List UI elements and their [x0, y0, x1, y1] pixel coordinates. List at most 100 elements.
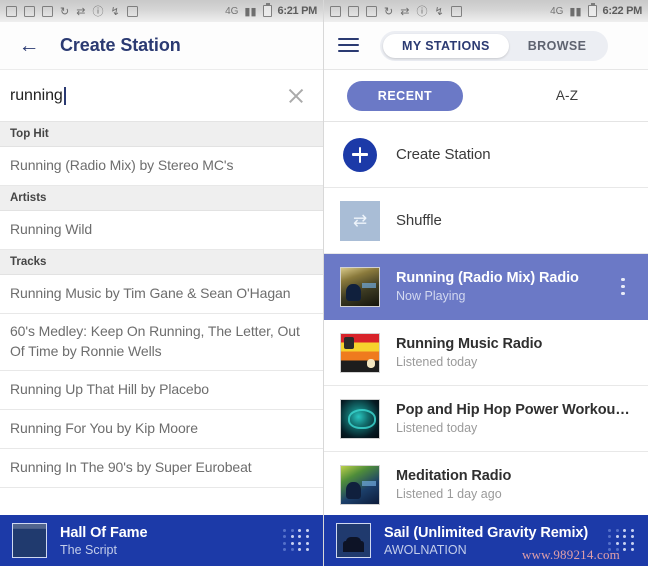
notification-badge [338, 33, 359, 37]
network-type-label: 4G [550, 5, 564, 17]
station-icon: ⇄ [338, 199, 382, 243]
list-item[interactable]: Running (Radio Mix) by Stereo MC's [0, 147, 323, 186]
p-app-icon [330, 5, 341, 17]
battery-icon [587, 3, 597, 17]
station-title: Shuffle [396, 212, 442, 229]
back-arrow-icon[interactable]: ← [16, 33, 42, 59]
station-title: Pop and Hip Hop Power Workout R... [396, 402, 634, 418]
station-icon [338, 133, 382, 177]
section-header-top-hit: Top Hit [0, 122, 323, 147]
status-bar-left: ↻ ⇄ ⓘ ↯ 4G ▮▮ 6:21 PM [0, 0, 323, 22]
network-type-label: 4G [225, 5, 239, 17]
list-item[interactable]: Running Wild [0, 211, 323, 250]
calendar-icon [366, 5, 377, 17]
p-app-icon [6, 5, 17, 17]
search-input[interactable]: running [10, 86, 283, 105]
download-icon: ↯ [110, 4, 120, 18]
create-station-appbar: ← Create Station [0, 22, 323, 70]
station-text: Shuffle [396, 212, 634, 229]
station-icon [338, 463, 382, 507]
now-playing-meta: Hall Of Fame The Script [60, 525, 283, 557]
list-item[interactable]: Running For You by Kip Moore [0, 410, 323, 449]
sort-az-button[interactable]: A-Z [556, 88, 578, 103]
overflow-menu-icon[interactable] [612, 274, 634, 300]
tab-my-stations[interactable]: MY STATIONS [383, 33, 509, 58]
station-icon [338, 265, 382, 309]
search-row: running [0, 70, 323, 122]
stations-list: Create Station ⇄ Shuffle Running (Radio … [324, 122, 648, 518]
now-playing-bar[interactable]: Sail (Unlimited Gravity Remix) AWOLNATIO… [324, 515, 648, 566]
station-icon [338, 331, 382, 375]
station-title: Running Music Radio [396, 336, 543, 352]
left-screen: ↻ ⇄ ⓘ ↯ 4G ▮▮ 6:21 PM ← Create Station r… [0, 0, 324, 566]
station-subtitle: Listened today [396, 355, 478, 369]
station-title: Running (Radio Mix) Radio [396, 270, 579, 286]
screenshot-icon [450, 5, 462, 17]
album-art [340, 332, 380, 373]
sort-recent-button[interactable]: RECENT [346, 80, 464, 111]
now-playing-title: Hall Of Fame [60, 524, 148, 541]
close-icon[interactable] [283, 83, 309, 109]
status-bar-notification-icons: ↻ ⇄ ⓘ ↯ [330, 4, 550, 18]
sync-icon: ↻ [60, 4, 70, 18]
status-bar-right: ↻ ⇄ ⓘ ↯ 4G ▮▮ 6:22 PM [324, 0, 648, 22]
search-results-list: Top Hit Running (Radio Mix) by Stereo MC… [0, 122, 323, 488]
station-title: Create Station [396, 146, 491, 163]
section-header-tracks: Tracks [0, 250, 323, 275]
search-input-value: running [10, 86, 63, 104]
page-title: Create Station [60, 35, 181, 55]
sort-toggle-row: RECENT A-Z [324, 70, 648, 122]
station-subtitle: Listened today [396, 421, 478, 435]
shuffle-icon: ⇄ [76, 4, 86, 18]
hamburger-menu-icon[interactable] [338, 33, 364, 57]
dot-grid-icon[interactable] [283, 528, 311, 553]
signal-icon: ▮▮ [244, 4, 257, 18]
album-art [340, 398, 380, 439]
station-text: Create Station [396, 146, 634, 163]
status-bar-time: 6:21 PM [277, 5, 318, 17]
list-item-station[interactable]: Running (Radio Mix) Radio Now Playing [324, 254, 648, 320]
tab-browse[interactable]: BROWSE [509, 34, 606, 58]
signal-icon: ▮▮ [569, 4, 582, 18]
status-bar-system-icons: 4G ▮▮ 6:21 PM [225, 3, 318, 18]
album-art [336, 523, 371, 558]
station-text: Running (Radio Mix) Radio Now Playing [396, 270, 612, 303]
station-subtitle: Now Playing [396, 289, 466, 303]
list-item[interactable]: 60's Medley: Keep On Running, The Letter… [0, 314, 323, 371]
album-art [340, 464, 380, 505]
album-art [340, 266, 380, 307]
now-playing-meta: Sail (Unlimited Gravity Remix) AWOLNATIO… [384, 525, 608, 557]
section-header-artists: Artists [0, 186, 323, 211]
list-item-station[interactable]: Meditation Radio Listened 1 day ago [324, 452, 648, 518]
station-text: Running Music Radio Listened today [396, 336, 634, 369]
status-bar-time: 6:22 PM [602, 5, 643, 17]
now-playing-artist: AWOLNATION [384, 542, 467, 557]
top-tab-bar: MY STATIONS BROWSE [380, 30, 609, 61]
info-icon: ⓘ [92, 4, 104, 18]
dot-grid-icon[interactable] [608, 528, 636, 553]
shuffle-icon: ⇄ [400, 4, 410, 18]
list-item-station[interactable]: Running Music Radio Listened today [324, 320, 648, 386]
station-text: Pop and Hip Hop Power Workout R... Liste… [396, 402, 634, 435]
list-item[interactable]: Running Up That Hill by Placebo [0, 371, 323, 410]
a-app-icon [348, 5, 359, 17]
list-item-station[interactable]: Pop and Hip Hop Power Workout R... Liste… [324, 386, 648, 452]
list-item-shuffle[interactable]: ⇄ Shuffle [324, 188, 648, 254]
screenshot-icon [126, 5, 138, 17]
stations-appbar: MY STATIONS BROWSE [324, 22, 648, 70]
now-playing-artist: The Script [60, 542, 117, 557]
status-bar-notification-icons: ↻ ⇄ ⓘ ↯ [6, 4, 225, 18]
status-bar-system-icons: 4G ▮▮ 6:22 PM [550, 3, 643, 18]
list-item[interactable]: Running Music by Tim Gane & Sean O'Hagan [0, 275, 323, 314]
list-item[interactable]: Running In The 90's by Super Eurobeat [0, 449, 323, 488]
info-icon: ⓘ [416, 4, 428, 18]
calendar-icon [42, 5, 53, 17]
sync-icon: ↻ [384, 4, 394, 18]
battery-icon [262, 3, 272, 17]
now-playing-title: Sail (Unlimited Gravity Remix) [384, 524, 589, 541]
sort-recent-cell: RECENT [324, 80, 486, 111]
now-playing-bar[interactable]: Hall Of Fame The Script [0, 515, 323, 566]
list-item-create-station[interactable]: Create Station [324, 122, 648, 188]
shuffle-icon: ⇄ [340, 200, 380, 241]
station-title: Meditation Radio [396, 468, 512, 484]
